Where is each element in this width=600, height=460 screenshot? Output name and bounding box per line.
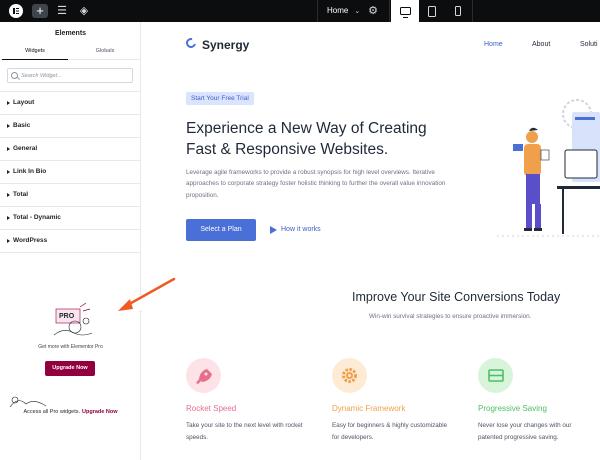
feature-description: Easy for beginners & highly customizable… <box>332 422 448 441</box>
site-brand[interactable]: Synergy <box>202 38 249 52</box>
category-total[interactable]: Total <box>0 184 141 207</box>
caret-right-icon <box>7 124 10 128</box>
pro-promo-illustration: PRO <box>53 302 93 336</box>
section-title: Improve Your Site Conversions Today <box>352 290 561 304</box>
page-preview: Synergy Home About Soluti Start Your Fre… <box>142 22 600 460</box>
search-icon <box>11 72 18 79</box>
feature-description: Take your site to the next level with ro… <box>186 422 303 441</box>
category-label: Layout <box>13 99 35 106</box>
editor-topbar: + ☰ ◈ Home ⌄ ⚙ <box>0 0 600 22</box>
annotation-arrow-icon <box>118 277 176 311</box>
feature-icon-circle <box>478 358 513 393</box>
how-it-works-link[interactable]: How it works <box>281 226 321 233</box>
caret-right-icon <box>7 101 10 105</box>
layout-icon <box>488 369 504 382</box>
category-basic[interactable]: Basic <box>0 115 141 138</box>
play-icon[interactable] <box>270 226 277 234</box>
desktop-view-button[interactable] <box>391 0 419 22</box>
elementor-logo-icon[interactable] <box>9 4 23 18</box>
active-tab-indicator <box>2 58 68 60</box>
feature-description: Never lose your changes with our patente… <box>478 422 572 441</box>
topbar-divider <box>389 0 390 22</box>
desktop-icon <box>399 7 411 18</box>
gear-icon <box>342 368 357 383</box>
page-name: Home <box>327 6 349 15</box>
category-label: Total <box>13 191 29 198</box>
panel-title: Elements <box>54 30 87 37</box>
widget-categories: Layout Basic General Link In Bio Total T… <box>0 91 141 253</box>
category-label: WordPress <box>13 237 48 244</box>
select-plan-button[interactable]: Select a Plan <box>186 219 256 241</box>
tab-widgets[interactable]: Widgets <box>0 48 70 54</box>
topbar-divider <box>317 0 318 22</box>
tablet-view-button[interactable] <box>418 0 446 22</box>
feature-title: Rocket Speed <box>186 404 237 413</box>
category-total-dynamic[interactable]: Total - Dynamic <box>0 207 141 230</box>
pro-access-text: Access all Pro widgets. <box>23 409 81 415</box>
nav-about[interactable]: About <box>532 41 550 48</box>
caret-right-icon <box>7 170 10 174</box>
category-link-in-bio[interactable]: Link In Bio <box>0 161 141 184</box>
feature-title: Progressive Saving <box>478 404 547 413</box>
category-label: Basic <box>13 122 31 129</box>
pro-badge-text: PRO <box>59 313 75 320</box>
search-input[interactable] <box>21 71 129 81</box>
feature-icon-circle <box>186 358 221 393</box>
caret-right-icon <box>7 193 10 197</box>
pro-access-illustration <box>9 396 47 408</box>
topbar-divider <box>472 0 473 22</box>
developer-illustration <box>497 99 600 237</box>
section-subtitle: Win-win survival strategies to ensure pr… <box>369 313 532 320</box>
nav-solutions[interactable]: Soluti <box>580 41 598 48</box>
chevron-down-icon: ⌄ <box>354 8 361 15</box>
rocket-icon <box>196 369 212 384</box>
category-label: General <box>13 145 38 152</box>
pro-upgrade-link[interactable]: Upgrade Now <box>82 409 117 415</box>
caret-right-icon <box>7 216 10 220</box>
hero-description: Leverage agile frameworks to provide a r… <box>186 169 446 199</box>
category-wordpress[interactable]: WordPress <box>0 230 141 253</box>
category-label: Link In Bio <box>13 168 47 175</box>
page-selector[interactable]: Home ⌄ <box>327 5 360 18</box>
add-element-button[interactable]: + <box>32 4 48 18</box>
tab-globals[interactable]: Globals <box>70 48 140 54</box>
caret-right-icon <box>7 239 10 243</box>
synergy-logo-icon[interactable] <box>184 36 198 50</box>
elements-panel: Elements Widgets Globals Layout Basic Ge… <box>0 22 141 460</box>
caret-right-icon <box>7 147 10 151</box>
pro-access-line: Access all Pro widgets. Upgrade Now <box>0 409 141 415</box>
panel-tabs: Widgets Globals <box>0 44 141 60</box>
tablet-icon <box>428 5 436 17</box>
hero-title: Experience a New Way of Creating Fast & … <box>186 120 427 158</box>
mobile-icon <box>455 6 461 16</box>
feature-icon-circle <box>332 358 367 393</box>
category-layout[interactable]: Layout <box>0 92 141 115</box>
upgrade-now-button[interactable]: Upgrade Now <box>45 361 95 376</box>
free-trial-badge: Start Your Free Trial <box>186 92 254 105</box>
promo-text: Get more with Elementor Pro <box>38 344 103 350</box>
widget-search <box>7 68 133 83</box>
sliders-icon[interactable]: ☰ <box>55 4 69 18</box>
nav-home[interactable]: Home <box>484 41 503 48</box>
page-settings-gear-icon[interactable]: ⚙ <box>366 4 380 18</box>
category-label: Total - Dynamic <box>13 214 61 221</box>
mobile-view-button[interactable] <box>444 0 472 22</box>
category-general[interactable]: General <box>0 138 141 161</box>
feature-title: Dynamic Framework <box>332 404 406 413</box>
layers-icon[interactable]: ◈ <box>77 4 91 18</box>
